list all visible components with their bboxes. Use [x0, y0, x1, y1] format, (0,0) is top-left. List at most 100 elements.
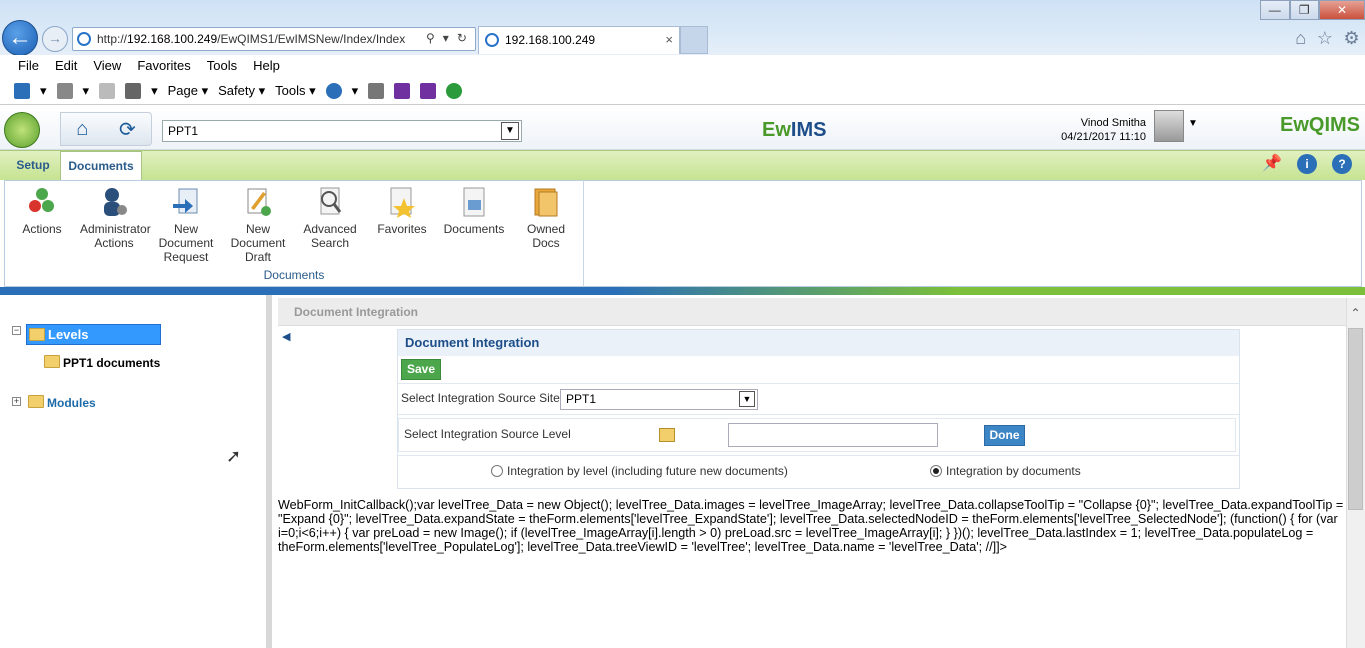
mouse-cursor-icon: ➚: [226, 446, 242, 466]
help-icon[interactable]: [325, 82, 342, 99]
leaked-script-text: WebForm_InitCallback();var levelTree_Dat…: [278, 498, 1344, 554]
favorites-button[interactable]: Favorites: [368, 186, 436, 236]
tab-close-icon[interactable]: ×: [665, 27, 673, 53]
green-addon-icon[interactable]: [446, 82, 463, 99]
admin-user-icon: [104, 188, 127, 216]
user-name: Vinod Smitha: [1080, 117, 1146, 129]
owned-docs-folder-icon: [534, 188, 558, 217]
tools-menu-label: Tools: [275, 82, 306, 98]
tree-node-modules[interactable]: Modules: [47, 396, 96, 410]
onenote-send-icon[interactable]: [420, 82, 437, 99]
safety-menu[interactable]: Safety ▾: [218, 83, 265, 99]
tree-node-levels[interactable]: Levels: [26, 324, 161, 345]
documents-button[interactable]: Documents: [440, 186, 508, 236]
refresh-icon[interactable]: ⟳: [119, 117, 136, 142]
new-request-label: New Document Request: [158, 222, 214, 264]
expand-modules-toggle[interactable]: +: [12, 397, 21, 406]
collapse-pane-arrow-icon[interactable]: ◀: [282, 330, 290, 343]
back-button[interactable]: ←: [2, 20, 38, 56]
done-button[interactable]: Done: [984, 425, 1025, 446]
caret-down-icon[interactable]: ▼: [1188, 118, 1198, 129]
menu-file[interactable]: File: [10, 55, 47, 77]
dropdown-icon[interactable]: ▾: [83, 83, 90, 99]
user-avatar-icon[interactable]: [1154, 110, 1184, 142]
folder-icon: [28, 395, 44, 408]
print-icon[interactable]: [125, 82, 142, 99]
advanced-search-button[interactable]: Advanced Search: [296, 186, 364, 250]
ie-page-icon: [77, 32, 91, 46]
actions-button[interactable]: Actions: [8, 186, 76, 236]
mail-icon[interactable]: [99, 82, 116, 99]
radio-integration-by-level[interactable]: [491, 465, 503, 477]
onenote-icon[interactable]: [394, 82, 411, 99]
refresh-icon[interactable]: ↻: [457, 27, 467, 51]
help-icon[interactable]: ?: [1332, 154, 1352, 174]
panel-title: Document Integration: [398, 330, 1239, 356]
scroll-up-arrow-icon[interactable]: ⌃: [1346, 306, 1365, 326]
home-icon[interactable]: ⌂: [76, 118, 88, 141]
search-icon[interactable]: ⚲: [426, 27, 435, 51]
command-bar: ▾ ▾ ▾ Page ▾ Safety ▾ Tools ▾ ▾: [0, 77, 1365, 105]
source-site-select[interactable]: PPT1 ▼: [560, 389, 758, 410]
owned-docs-button[interactable]: Owned Docs: [512, 186, 580, 250]
dropdown-icon[interactable]: ▾: [40, 83, 47, 99]
scrollbar-thumb[interactable]: [1348, 328, 1363, 510]
site-select[interactable]: PPT1 ▼: [162, 120, 522, 142]
user-info: Vinod Smitha 04/21/2017 11:10: [1040, 116, 1146, 146]
dropdown-icon[interactable]: ▾: [151, 83, 158, 99]
address-bar[interactable]: http://192.168.100.249/EwQIMS1/EwIMSNew/…: [72, 27, 476, 51]
source-site-value: PPT1: [566, 392, 597, 406]
ribbon-group-label: Documents: [263, 268, 325, 282]
feeds-icon[interactable]: [56, 82, 73, 99]
ribbon-right-icons: 📌 i ?: [1262, 154, 1352, 176]
address-tools: ⚲ ▾ ↻: [422, 27, 476, 51]
home-cmd-icon[interactable]: [14, 82, 30, 99]
browser-tab[interactable]: 192.168.100.249 ×: [478, 26, 680, 54]
minimize-button[interactable]: —: [1260, 0, 1290, 20]
brand-prefix: Ew: [762, 119, 791, 141]
home-icon[interactable]: ⌂: [1295, 28, 1306, 50]
menu-edit[interactable]: Edit: [47, 55, 85, 77]
administrator-actions-button[interactable]: Administrator Actions: [80, 186, 151, 250]
tree-node-ppt1-documents[interactable]: PPT1 documents: [63, 356, 160, 370]
addon-icon[interactable]: [368, 82, 385, 99]
actions-label: Actions: [22, 222, 62, 236]
address-prefix: http://: [97, 32, 128, 46]
dropdown-icon[interactable]: ▾: [352, 83, 359, 99]
address-host: 192.168.100.249: [127, 32, 218, 46]
current-datetime: 04/21/2017 11:10: [1061, 131, 1146, 143]
menu-tools[interactable]: Tools: [199, 55, 245, 77]
menu-favorites[interactable]: Favorites: [129, 55, 198, 77]
page-menu-label: Page: [167, 82, 198, 98]
collapse-levels-toggle[interactable]: −: [12, 326, 21, 335]
settings-gear-icon[interactable]: ⚙: [1344, 28, 1360, 50]
source-level-input[interactable]: [728, 423, 938, 447]
new-tab-button[interactable]: [680, 26, 708, 54]
breadcrumb: Document Integration: [278, 298, 1346, 326]
forward-button[interactable]: →: [42, 26, 68, 52]
save-button[interactable]: Save: [401, 359, 441, 380]
tab-setup[interactable]: Setup: [8, 152, 58, 180]
info-icon[interactable]: i: [1297, 154, 1317, 174]
tree-picker-icon[interactable]: [659, 428, 675, 442]
pin-icon[interactable]: 📌: [1262, 154, 1282, 174]
tree-node-levels-label: Levels: [48, 327, 89, 342]
tools-menu[interactable]: Tools ▾: [275, 83, 316, 99]
page-menu[interactable]: Page ▾: [168, 83, 209, 99]
dropdown-icon[interactable]: ▾: [443, 27, 449, 51]
chevron-down-icon: ▼: [739, 391, 755, 407]
app-nav-buttons: ⌂ ⟳: [60, 112, 152, 146]
menu-view[interactable]: View: [85, 55, 129, 77]
maximize-button[interactable]: ❐: [1289, 0, 1319, 20]
new-document-request-button[interactable]: New Document Request: [152, 186, 220, 264]
menu-help[interactable]: Help: [245, 55, 288, 77]
new-document-draft-button[interactable]: New Document Draft: [224, 186, 292, 264]
favorites-star-icon[interactable]: ☆: [1317, 28, 1333, 50]
ewqims-brand-logo: EwQIMS: [1280, 114, 1361, 136]
ewims-brand: EwIMS: [762, 118, 852, 142]
ewims-logo-icon[interactable]: [4, 112, 40, 148]
radio-integration-by-documents[interactable]: [930, 465, 942, 477]
close-window-button[interactable]: ✕: [1319, 0, 1365, 20]
source-site-label: Select Integration Source Site: [401, 391, 560, 405]
tab-documents[interactable]: Documents: [60, 151, 142, 181]
